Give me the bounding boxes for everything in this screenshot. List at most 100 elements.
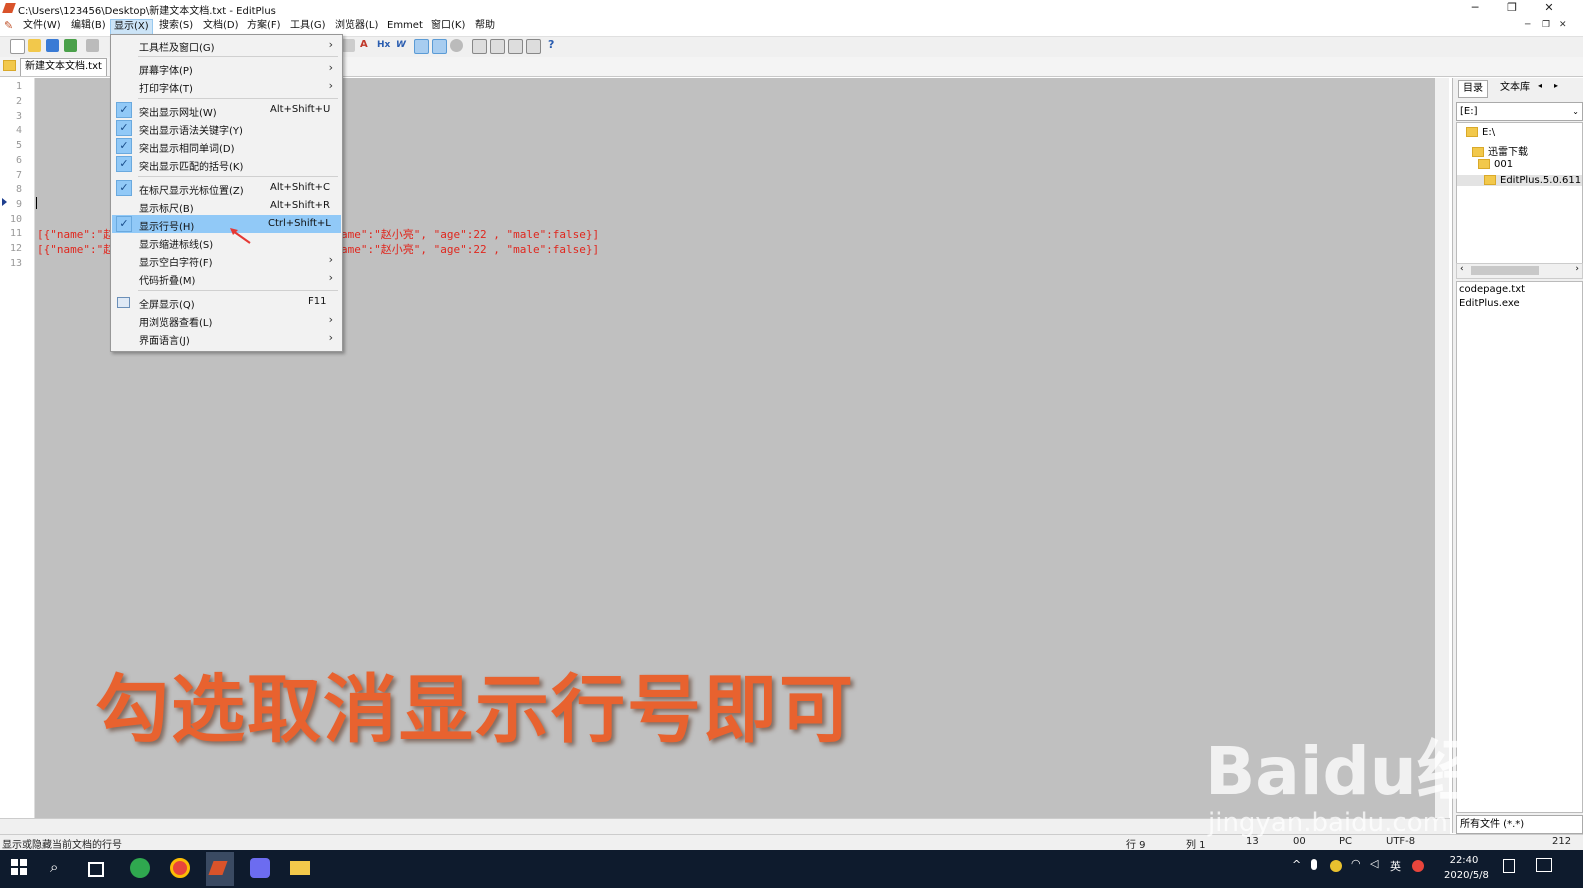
cliptext-icon[interactable] [508, 39, 523, 54]
scroll-left-icon[interactable]: ‹ [1460, 264, 1464, 274]
tree-item[interactable]: 001 [1478, 159, 1513, 170]
action-center-icon[interactable] [1536, 858, 1552, 872]
app-icon[interactable] [250, 858, 270, 878]
line-number: 1 [15, 81, 22, 92]
tray-app-icon[interactable] [1330, 860, 1342, 872]
line-number: 5 [15, 140, 22, 151]
menu-item-code-folding[interactable]: 代码折叠(M) › [112, 269, 341, 287]
editor-vertical-scrollbar[interactable] [1435, 78, 1449, 818]
chrome-icon[interactable] [170, 858, 190, 878]
open-folder-icon[interactable] [28, 39, 41, 52]
windows-start-icon[interactable] [10, 858, 30, 878]
restore-button[interactable]: ❐ [1497, 0, 1527, 17]
tree-item-selected[interactable]: EditPlus.5.0.611 [1457, 175, 1582, 186]
help-icon[interactable]: ? [548, 38, 554, 51]
baidu-watermark-url: jingyan.baidu.com [1208, 808, 1448, 838]
document-tab[interactable]: 新建文本文档.txt [20, 58, 107, 76]
tray-chevron-up-icon[interactable]: ^ [1292, 858, 1301, 871]
new-file-icon[interactable] [10, 39, 25, 54]
submenu-arrow-icon: › [328, 79, 333, 92]
file-item[interactable]: EditPlus.exe [1459, 298, 1520, 309]
menu-item-ui-language[interactable]: 界面语言(J) › [112, 329, 341, 347]
scroll-thumb[interactable] [1471, 266, 1539, 275]
search-icon[interactable]: ⌕ [50, 858, 70, 878]
checkmark-icon: ✓ [116, 216, 132, 232]
menu-project[interactable]: 方案(F) [244, 19, 284, 34]
mdi-close-icon[interactable]: ✕ [1559, 20, 1567, 30]
tree-item[interactable]: E:\ [1466, 127, 1495, 138]
menu-file[interactable]: 文件(W) [20, 19, 64, 34]
file-explorer-icon[interactable] [290, 861, 310, 875]
word-wrap-icon[interactable]: W [396, 40, 406, 50]
tree-horizontal-scrollbar[interactable]: ‹ › [1456, 263, 1583, 279]
line-number: 12 [9, 243, 22, 254]
menu-item-screen-font[interactable]: 屏幕字体(P) › [112, 59, 341, 77]
tree-item[interactable]: 迅雷下载 [1472, 143, 1528, 158]
hex-icon[interactable]: Hx [377, 40, 390, 50]
menu-item-highlight-brackets[interactable]: ✓ 突出显示匹配的括号(K) [112, 155, 341, 173]
minimize-button[interactable]: ─ [1460, 0, 1490, 17]
browser-preview-icon[interactable] [526, 39, 541, 54]
scroll-right-icon[interactable]: › [1575, 264, 1579, 274]
menu-item-highlight-syntax[interactable]: ✓ 突出显示语法关键字(Y) [112, 119, 341, 137]
microphone-icon[interactable] [1311, 859, 1317, 870]
menu-item-toolbars-windows[interactable]: 工具栏及窗口(G) › [112, 36, 341, 54]
settings-gear-icon[interactable] [450, 39, 463, 52]
panel-next-icon[interactable]: ▸ [1554, 81, 1558, 90]
clock-time: 22:40 [1449, 855, 1479, 866]
window-layout-icon[interactable] [472, 39, 487, 54]
status-extra: 212 [1552, 836, 1572, 847]
menu-item-full-screen[interactable]: 全屏显示(Q) F11 [112, 293, 341, 311]
ime-indicator[interactable]: 英 [1390, 858, 1401, 874]
menu-item-show-ruler[interactable]: 显示标尺(B) Alt+Shift+R [112, 197, 341, 215]
current-line-marker-icon [2, 198, 7, 206]
menu-document[interactable]: 文档(D) [200, 19, 242, 34]
volume-icon[interactable]: ◁ [1370, 857, 1378, 870]
wifi-icon[interactable]: ◠ [1351, 857, 1361, 870]
line-number: 7 [15, 170, 22, 181]
menu-item-ruler-cursor-position[interactable]: ✓ 在标尺显示光标位置(Z) Alt+Shift+C [112, 179, 341, 197]
task-view-icon[interactable] [88, 862, 104, 877]
notes-icon[interactable] [1503, 859, 1515, 873]
menu-item-printer-font[interactable]: 打印字体(T) › [112, 77, 341, 95]
menu-item-highlight-same-word[interactable]: ✓ 突出显示相同单词(D) [112, 137, 341, 155]
folder-tree[interactable]: E:\ 迅雷下载 001 EditPlus.5.0.611 [1456, 122, 1583, 264]
full-screen-icon [117, 297, 130, 308]
file-filter-select[interactable]: 所有文件 (*.*) [1456, 815, 1583, 834]
menu-item-show-indent-guides[interactable]: 显示缩进标线(S) [112, 233, 341, 251]
menu-item-show-line-numbers[interactable]: ✓ 显示行号(H) Ctrl+Shift+L [112, 215, 341, 233]
menu-edit[interactable]: 编辑(B) [68, 19, 109, 34]
font-icon[interactable]: A [360, 39, 368, 50]
menu-item-show-whitespace[interactable]: 显示空白字符(F) › [112, 251, 341, 269]
menu-tools[interactable]: 工具(G) [287, 19, 329, 34]
line-numbers-toggle-icon[interactable] [414, 39, 429, 54]
menu-separator [138, 56, 338, 57]
text-cursor [36, 197, 37, 209]
split-window-icon[interactable] [490, 39, 505, 54]
menu-search[interactable]: 搜索(S) [156, 19, 196, 34]
close-button[interactable]: ✕ [1534, 0, 1564, 17]
save-all-icon[interactable] [64, 39, 77, 52]
taskbar [0, 850, 1583, 888]
tab-cliptext[interactable]: 文本库 [1496, 80, 1534, 96]
file-item[interactable]: codepage.txt [1459, 284, 1525, 295]
menu-browser[interactable]: 浏览器(L) [332, 19, 381, 34]
menu-emmet[interactable]: Emmet [384, 19, 426, 34]
mdi-restore-icon[interactable]: ❐ [1542, 20, 1550, 30]
panel-prev-icon[interactable]: ◂ [1538, 81, 1542, 90]
menu-item-highlight-url[interactable]: ✓ 突出显示网址(W) Alt+Shift+U [112, 101, 341, 119]
tab-directory[interactable]: 目录 [1458, 80, 1488, 98]
system-clock[interactable]: 22:40 2020/5/8 [1444, 853, 1489, 883]
drive-select[interactable]: [E:] ⌄ [1456, 102, 1583, 121]
indent-icon[interactable] [342, 39, 355, 52]
save-icon[interactable] [46, 39, 59, 52]
file-filter-value: 所有文件 (*.*) [1460, 819, 1525, 830]
menu-window[interactable]: 窗口(K) [428, 19, 468, 34]
browser-360-icon[interactable] [130, 858, 150, 878]
ruler-toggle-icon[interactable] [432, 39, 447, 54]
sogou-input-icon[interactable] [1412, 860, 1424, 872]
menu-item-view-in-browser[interactable]: 用浏览器查看(L) › [112, 311, 341, 329]
mdi-minimize-icon[interactable]: ─ [1525, 20, 1530, 30]
menu-help[interactable]: 帮助 [472, 19, 498, 34]
print-icon[interactable] [86, 39, 99, 52]
